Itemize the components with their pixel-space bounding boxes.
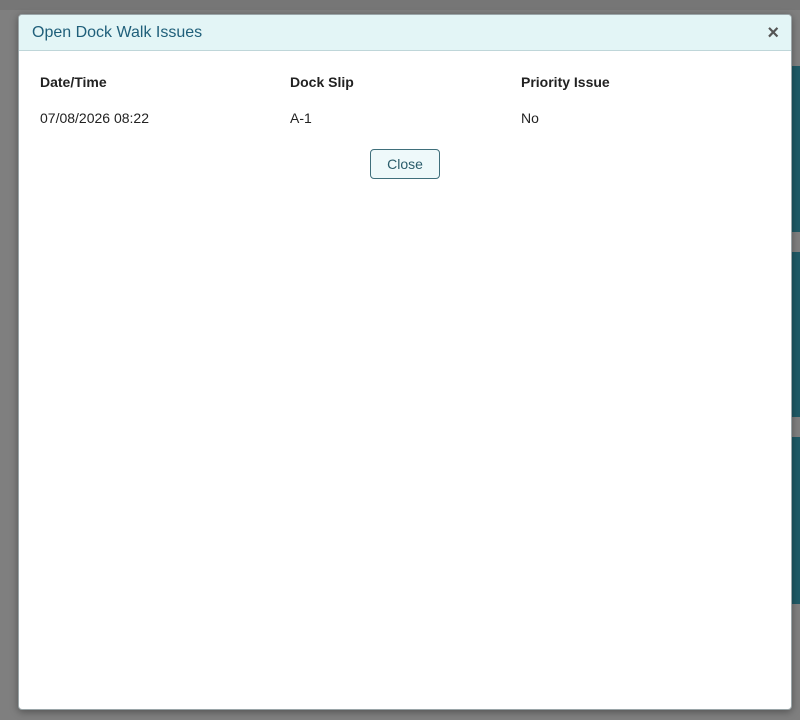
dialog-header: Open Dock Walk Issues × (19, 15, 791, 51)
column-header-dock-slip: Dock Slip (290, 74, 354, 90)
close-button[interactable]: Close (370, 149, 440, 179)
button-row: Close (40, 149, 770, 179)
table-row: 07/08/2026 08:22 A-1 No (40, 99, 770, 126)
background-top-bar (0, 0, 800, 10)
cell-date-time: 07/08/2026 08:22 (40, 110, 149, 126)
issues-table: Date/Time Dock Slip Priority Issue 07/08… (40, 74, 770, 126)
cell-priority-issue: No (521, 110, 539, 126)
column-header-date-time: Date/Time (40, 74, 107, 90)
dialog-body: Date/Time Dock Slip Priority Issue 07/08… (19, 51, 791, 179)
table-header-row: Date/Time Dock Slip Priority Issue (40, 74, 770, 99)
open-dock-walk-issues-dialog: Open Dock Walk Issues × Date/Time Dock S… (18, 14, 792, 710)
column-header-priority-issue: Priority Issue (521, 74, 610, 90)
cell-dock-slip: A-1 (290, 110, 312, 126)
dialog-title: Open Dock Walk Issues (32, 23, 203, 41)
close-icon[interactable]: × (767, 23, 779, 43)
